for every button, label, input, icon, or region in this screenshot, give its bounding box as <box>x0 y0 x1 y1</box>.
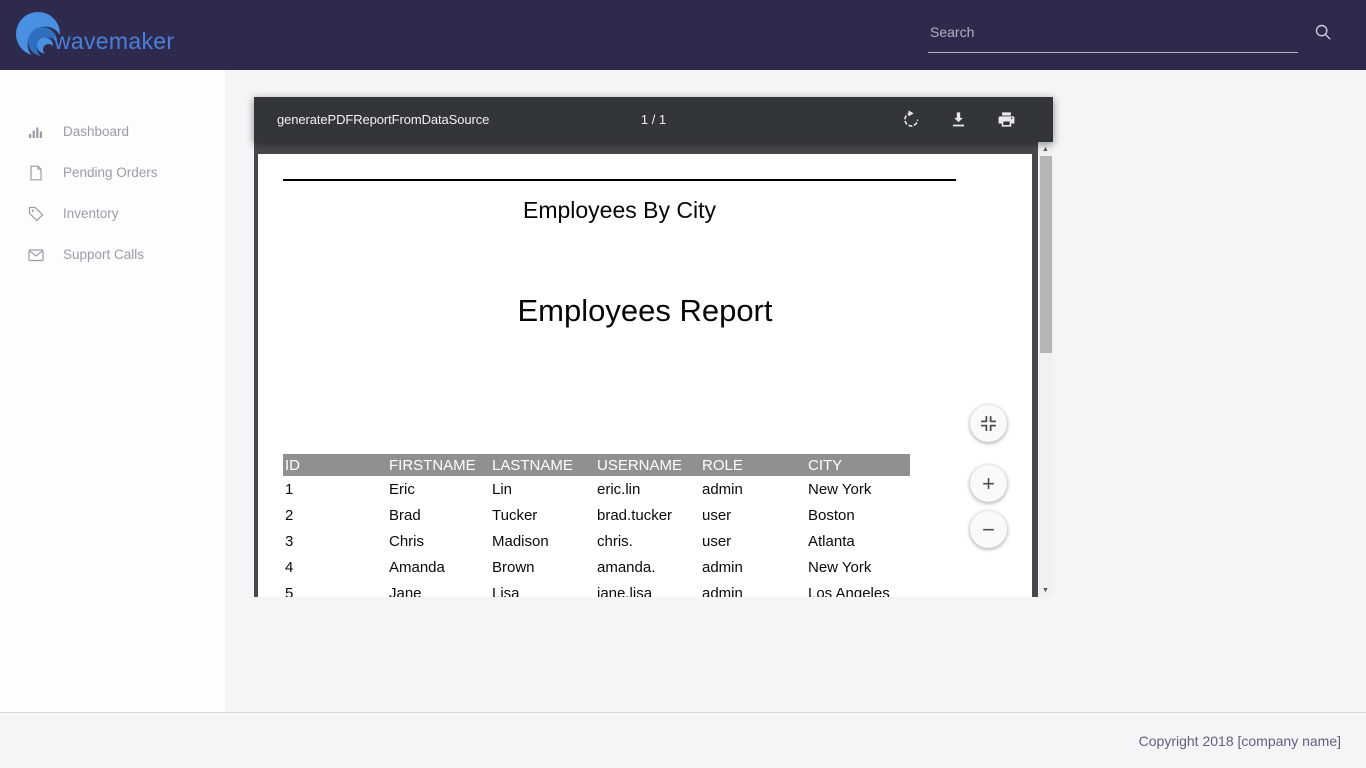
table-cell: 5 <box>283 580 387 597</box>
sidebar-item-inventory[interactable]: Inventory <box>0 193 225 234</box>
page-indicator: 1 / 1 <box>641 112 666 127</box>
table-cell: user <box>700 528 806 554</box>
table-cell: amanda. <box>595 554 700 580</box>
envelope-icon <box>28 247 44 263</box>
sidebar-item-support-calls[interactable]: Support Calls <box>0 234 225 275</box>
footer: Copyright 2018 [company name] <box>0 712 1366 768</box>
table-cell: Los Angeles <box>806 580 910 597</box>
table-cell: eric.lin <box>595 476 700 502</box>
table-cell: Amanda <box>387 554 490 580</box>
scrollbar-down-arrow-icon[interactable]: ▼ <box>1038 583 1053 597</box>
table-cell: Chris <box>387 528 490 554</box>
pdf-viewport: Employees By City Employees Report IDFIR… <box>254 142 1053 597</box>
employees-table: IDFIRSTNAMELASTNAMEUSERNAMEROLECITY 1Eri… <box>283 454 910 597</box>
table-cell: admin <box>700 580 806 597</box>
table-row: 4AmandaBrownamanda.adminNew York <box>283 554 910 580</box>
table-cell: Tucker <box>490 502 595 528</box>
table-header-cell: CITY <box>806 454 910 476</box>
pdf-scrollbar[interactable]: ▲ ▼ <box>1038 142 1053 597</box>
tag-icon <box>28 206 44 222</box>
table-header-row: IDFIRSTNAMELASTNAMEUSERNAMEROLECITY <box>283 454 910 476</box>
table-cell: 3 <box>283 528 387 554</box>
table-cell: Jane <box>387 580 490 597</box>
bar-chart-icon <box>28 124 44 140</box>
table-row: 3ChrisMadisonchris.userAtlanta <box>283 528 910 554</box>
app-logo: wavemaker <box>14 9 174 61</box>
pdf-page-area: Employees By City Employees Report IDFIR… <box>254 142 1038 597</box>
fit-to-page-icon <box>980 415 997 432</box>
document-title: Employees Report <box>258 293 1032 329</box>
table-cell: admin <box>700 476 806 502</box>
top-bar: wavemaker <box>0 0 1366 70</box>
table-header: IDFIRSTNAMELASTNAMEUSERNAMEROLECITY <box>283 454 910 476</box>
zoom-out-button[interactable]: − <box>970 511 1007 548</box>
table-cell: chris. <box>595 528 700 554</box>
print-icon[interactable] <box>997 110 1016 129</box>
table-cell: Brad <box>387 502 490 528</box>
table-cell: Boston <box>806 502 910 528</box>
table-cell: jane.lisa <box>595 580 700 597</box>
table-row: 2BradTuckerbrad.tuckeruserBoston <box>283 502 910 528</box>
sidebar-item-pending-orders[interactable]: Pending Orders <box>0 152 225 193</box>
table-cell: Eric <box>387 476 490 502</box>
table-cell: New York <box>806 476 910 502</box>
copyright-text: Copyright 2018 [company name] <box>1139 733 1341 749</box>
sidebar-item-label: Support Calls <box>63 247 144 262</box>
download-icon[interactable] <box>949 110 968 129</box>
document-icon <box>28 165 44 181</box>
table-body: 1EricLineric.linadminNew York2BradTucker… <box>283 476 910 597</box>
table-header-cell: LASTNAME <box>490 454 595 476</box>
table-cell: 4 <box>283 554 387 580</box>
table-cell: Brown <box>490 554 595 580</box>
table-cell: Madison <box>490 528 595 554</box>
sidebar-item-dashboard[interactable]: Dashboard <box>0 111 225 152</box>
table-header-cell: USERNAME <box>595 454 700 476</box>
table-cell: Lisa <box>490 580 595 597</box>
table-cell: 1 <box>283 476 387 502</box>
table-header-cell: ROLE <box>700 454 806 476</box>
pdf-document-title: generatePDFReportFromDataSource <box>277 112 489 127</box>
minus-icon: − <box>982 519 995 541</box>
scrollbar-up-arrow-icon[interactable]: ▲ <box>1038 142 1053 156</box>
table-cell: 2 <box>283 502 387 528</box>
sidebar: Dashboard Pending Orders Inventory Suppo… <box>0 70 226 712</box>
search-icon[interactable] <box>1314 23 1332 41</box>
pdf-viewer: generatePDFReportFromDataSource 1 / 1 <box>254 97 1053 597</box>
pdf-toolbar: generatePDFReportFromDataSource 1 / 1 <box>254 97 1053 142</box>
table-row: 5JaneLisajane.lisaadminLos Angeles <box>283 580 910 597</box>
sidebar-item-label: Dashboard <box>63 124 129 139</box>
pdf-page: Employees By City Employees Report IDFIR… <box>258 154 1032 597</box>
table-header-cell: ID <box>283 454 387 476</box>
table-header-cell: FIRSTNAME <box>387 454 490 476</box>
main-layout: Dashboard Pending Orders Inventory Suppo… <box>0 70 1366 712</box>
rotate-icon[interactable] <box>901 110 920 129</box>
search-input[interactable] <box>928 18 1298 53</box>
search-bar <box>928 18 1332 53</box>
table-cell: Atlanta <box>806 528 910 554</box>
fit-to-page-button[interactable] <box>970 405 1007 442</box>
table-cell: admin <box>700 554 806 580</box>
table-cell: brad.tucker <box>595 502 700 528</box>
zoom-in-button[interactable]: + <box>970 465 1007 502</box>
document-subtitle: Employees By City <box>283 197 956 224</box>
table-cell: New York <box>806 554 910 580</box>
table-cell: Lin <box>490 476 595 502</box>
logo-text: wavemaker <box>54 28 174 55</box>
sidebar-item-label: Inventory <box>63 206 119 221</box>
plus-icon: + <box>982 473 995 495</box>
document-divider-line <box>283 179 956 181</box>
pdf-toolbar-actions <box>901 110 1016 129</box>
scrollbar-thumb[interactable] <box>1040 156 1052 353</box>
sidebar-item-label: Pending Orders <box>63 165 158 180</box>
content-area: generatePDFReportFromDataSource 1 / 1 <box>226 70 1366 712</box>
table-cell: user <box>700 502 806 528</box>
table-row: 1EricLineric.linadminNew York <box>283 476 910 502</box>
